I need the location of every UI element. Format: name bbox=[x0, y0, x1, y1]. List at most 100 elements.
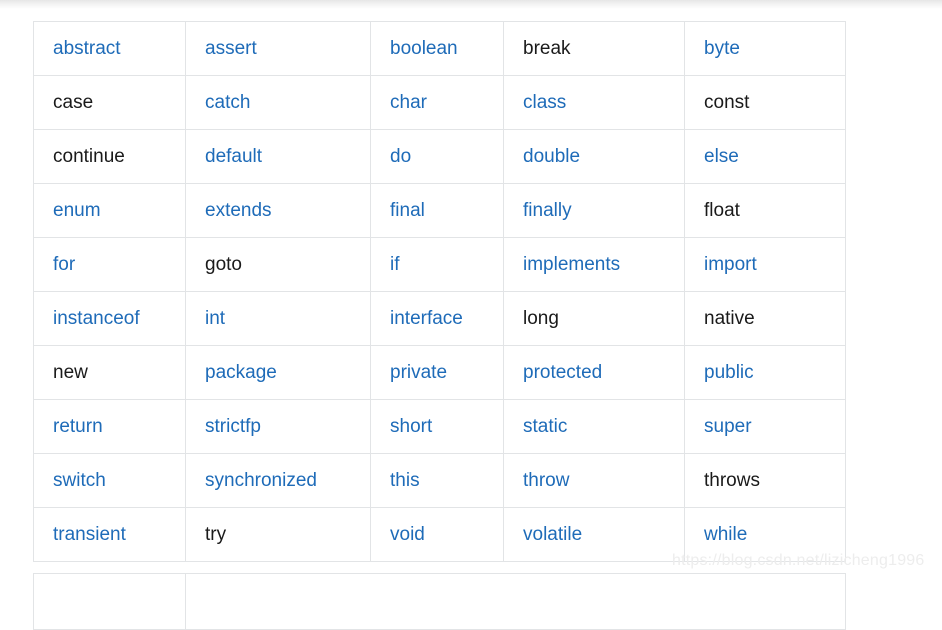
keyword-link[interactable]: finally bbox=[523, 200, 572, 221]
keyword-cell: interface bbox=[370, 291, 504, 346]
keyword-link[interactable]: transient bbox=[53, 524, 126, 545]
keyword-link[interactable]: implements bbox=[523, 254, 620, 275]
keyword-cell: void bbox=[370, 507, 504, 562]
keyword-link[interactable]: if bbox=[390, 254, 400, 275]
keyword-cell: catch bbox=[185, 75, 371, 130]
keyword-cell: default bbox=[185, 129, 371, 184]
keyword-cell: short bbox=[370, 399, 504, 454]
keyword-link[interactable]: boolean bbox=[390, 38, 458, 59]
keyword-cell: boolean bbox=[370, 21, 504, 76]
table-row: enum extends final finally float bbox=[33, 183, 846, 238]
keyword-link[interactable]: package bbox=[205, 362, 277, 383]
keyword-cell: assert bbox=[185, 21, 371, 76]
keyword-cell: super bbox=[684, 399, 846, 454]
keyword-cell: try bbox=[185, 507, 371, 562]
keyword-cell: double bbox=[503, 129, 685, 184]
keyword-link[interactable]: char bbox=[390, 92, 427, 113]
keyword-link[interactable]: final bbox=[390, 200, 425, 221]
keyword-cell: throws bbox=[684, 453, 846, 508]
keyword-cell: case bbox=[33, 75, 186, 130]
keyword-cell: public bbox=[684, 345, 846, 400]
keyword-cell: do bbox=[370, 129, 504, 184]
table-row: switch synchronized this throw throws bbox=[33, 453, 846, 508]
keyword-link[interactable]: throw bbox=[523, 470, 569, 491]
keyword-link[interactable]: assert bbox=[205, 38, 257, 59]
keyword-cell: this bbox=[370, 453, 504, 508]
keyword-link[interactable]: for bbox=[53, 254, 75, 275]
keyword-text: continue bbox=[53, 146, 125, 167]
keyword-link[interactable]: static bbox=[523, 416, 567, 437]
keyword-cell: private bbox=[370, 345, 504, 400]
keyword-text: case bbox=[53, 92, 94, 113]
keyword-link[interactable]: instanceof bbox=[53, 308, 140, 329]
keyword-text: float bbox=[704, 200, 740, 221]
keyword-link[interactable]: byte bbox=[704, 38, 740, 59]
keyword-link[interactable]: while bbox=[704, 524, 747, 545]
keyword-cell: synchronized bbox=[185, 453, 371, 508]
keyword-cell: package bbox=[185, 345, 371, 400]
keyword-cell: char bbox=[370, 75, 504, 130]
keyword-cell: instanceof bbox=[33, 291, 186, 346]
keyword-cell: long bbox=[503, 291, 685, 346]
table-row: for goto if implements import bbox=[33, 237, 846, 292]
keyword-link[interactable]: catch bbox=[205, 92, 250, 113]
keyword-link[interactable]: short bbox=[390, 416, 432, 437]
keyword-link[interactable]: switch bbox=[53, 470, 106, 491]
keyword-link[interactable]: import bbox=[704, 254, 757, 275]
keyword-cell: continue bbox=[33, 129, 186, 184]
keyword-link[interactable]: else bbox=[704, 146, 739, 167]
keyword-text: break bbox=[523, 38, 571, 59]
keyword-link[interactable]: this bbox=[390, 470, 420, 491]
keyword-cell: abstract bbox=[33, 21, 186, 76]
keyword-cell: import bbox=[684, 237, 846, 292]
keyword-cell: final bbox=[370, 183, 504, 238]
keyword-cell: volatile bbox=[503, 507, 685, 562]
keyword-link[interactable]: enum bbox=[53, 200, 101, 221]
keyword-cell: protected bbox=[503, 345, 685, 400]
keyword-link[interactable]: void bbox=[390, 524, 425, 545]
keyword-link[interactable]: return bbox=[53, 416, 103, 437]
keyword-cell: while bbox=[684, 507, 846, 562]
keyword-link[interactable]: do bbox=[390, 146, 411, 167]
keyword-cell: float bbox=[684, 183, 846, 238]
keyword-link[interactable]: synchronized bbox=[205, 470, 317, 491]
keyword-link[interactable]: strictfp bbox=[205, 416, 261, 437]
keyword-link[interactable]: volatile bbox=[523, 524, 582, 545]
keyword-cell: strictfp bbox=[185, 399, 371, 454]
keyword-text: throws bbox=[704, 470, 760, 491]
keyword-link[interactable]: interface bbox=[390, 308, 463, 329]
keyword-text: new bbox=[53, 362, 88, 383]
keyword-link[interactable]: protected bbox=[523, 362, 602, 383]
keyword-link[interactable]: class bbox=[523, 92, 566, 113]
keyword-cell: const bbox=[684, 75, 846, 130]
keyword-cell: extends bbox=[185, 183, 371, 238]
table-row: case catch char class const bbox=[33, 75, 846, 130]
keyword-cell: byte bbox=[684, 21, 846, 76]
keyword-cell: for bbox=[33, 237, 186, 292]
keyword-cell: finally bbox=[503, 183, 685, 238]
keyword-cell: return bbox=[33, 399, 186, 454]
keyword-cell: class bbox=[503, 75, 685, 130]
keyword-link[interactable]: int bbox=[205, 308, 225, 329]
keyword-cell: int bbox=[185, 291, 371, 346]
keyword-link[interactable]: super bbox=[704, 416, 752, 437]
keyword-table-body: abstract assert boolean break byte case catch c… bbox=[33, 21, 846, 562]
keyword-cell: enum bbox=[33, 183, 186, 238]
keyword-cell: goto bbox=[185, 237, 371, 292]
keyword-link[interactable]: extends bbox=[205, 200, 272, 221]
table-row: new package private protected public bbox=[33, 345, 846, 400]
keyword-cell: break bbox=[503, 21, 685, 76]
keyword-link[interactable]: public bbox=[704, 362, 754, 383]
keyword-text: goto bbox=[205, 254, 242, 275]
keyword-cell: implements bbox=[503, 237, 685, 292]
keyword-cell: switch bbox=[33, 453, 186, 508]
table-row: abstract assert boolean break byte bbox=[33, 21, 846, 76]
keyword-link[interactable]: default bbox=[205, 146, 262, 167]
keyword-link[interactable]: double bbox=[523, 146, 580, 167]
keyword-cell: transient bbox=[33, 507, 186, 562]
keyword-text: try bbox=[205, 524, 227, 545]
keyword-link[interactable]: abstract bbox=[53, 38, 121, 59]
table-row: continue default do double else bbox=[33, 129, 846, 184]
table-row: return strictfp short static super bbox=[33, 399, 846, 454]
keyword-link[interactable]: private bbox=[390, 362, 447, 383]
